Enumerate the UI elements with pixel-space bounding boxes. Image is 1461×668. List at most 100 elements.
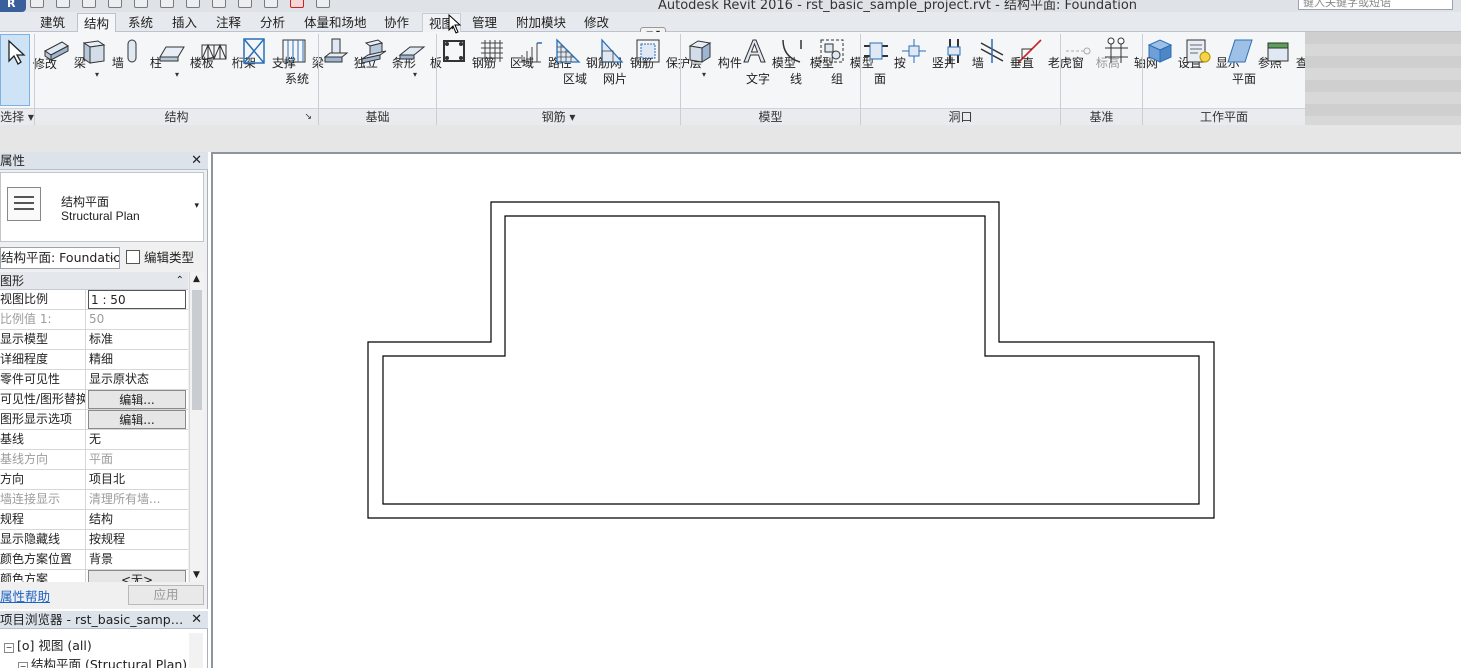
view-scale-input[interactable]: 1 : 50 [88, 290, 186, 309]
panel-select-title[interactable]: 选择 ▾ [0, 108, 34, 125]
info-center-search-input[interactable]: 键入关键字或短语 [1298, 0, 1453, 10]
property-value[interactable]: 标准 [89, 330, 186, 349]
workplane-show-button[interactable]: 显示 [1184, 34, 1240, 71]
path-rebar-button[interactable]: 路径 [516, 34, 572, 71]
fabric-area-button[interactable]: 钢筋网 区域 [554, 34, 622, 87]
close-hidden-icon[interactable] [290, 0, 304, 8]
foundation-outer-outline[interactable] [367, 201, 1215, 519]
scroll-up-icon[interactable]: ▲ [193, 274, 200, 284]
apply-button[interactable]: 应用 [128, 585, 204, 605]
property-value[interactable]: 按规程 [89, 530, 186, 549]
measure-icon[interactable] [160, 0, 174, 8]
wall-button[interactable]: 墙 ▾ [80, 34, 124, 79]
section-icon[interactable] [264, 0, 278, 8]
close-icon[interactable]: ✕ [191, 152, 202, 170]
tab-massing-site[interactable]: 体量和场地 [298, 13, 373, 32]
scroll-down-icon[interactable]: ▼ [193, 570, 200, 580]
rebar-button[interactable]: 钢筋 [440, 34, 496, 71]
model-group-button[interactable]: 模型 组 [818, 34, 874, 87]
area-rebar-button[interactable]: 区域 [478, 34, 534, 71]
component-dropdown-caret[interactable]: ▾ [686, 71, 722, 79]
browser-scrollbar[interactable] [189, 633, 203, 668]
dormer-opening-button[interactable]: 老虎窗 [1016, 34, 1084, 71]
slab-dropdown-caret[interactable]: ▾ [398, 71, 432, 79]
vertical-opening-button[interactable]: 垂直 [978, 34, 1034, 71]
open-icon[interactable] [30, 0, 44, 8]
tab-insert[interactable]: 插入 [166, 13, 203, 32]
dimension-icon[interactable] [186, 0, 200, 8]
property-value[interactable]: 无 [89, 430, 186, 449]
tab-structure[interactable]: 结构 [77, 13, 117, 32]
3d-view-icon[interactable] [238, 0, 252, 8]
tab-architecture[interactable]: 建筑 [34, 13, 71, 32]
strip-foundation-button[interactable]: 条形 [360, 34, 416, 71]
beam-system-button[interactable]: 梁 系统 [280, 34, 324, 87]
collapse-icon[interactable]: ⌃ [176, 272, 184, 290]
slab-foundation-button[interactable]: 板 ▾ [398, 34, 442, 79]
graphic-display-edit-button[interactable]: 编辑... [88, 410, 186, 429]
print-icon[interactable] [134, 0, 148, 8]
switch-windows-icon[interactable] [316, 0, 330, 8]
property-value[interactable]: 精细 [89, 350, 186, 369]
text-icon[interactable] [212, 0, 226, 8]
application-menu-button[interactable]: R [0, 0, 26, 12]
brace-button[interactable]: 支撑 [240, 34, 296, 71]
tab-systems[interactable]: 系统 [122, 13, 159, 32]
instance-filter-select[interactable]: 结构平面: Foundation ⌵ [0, 247, 120, 269]
foundation-plan-drawing[interactable] [213, 154, 1461, 668]
grid-button[interactable]: 轴网 [1102, 34, 1158, 71]
panel-launcher-icon[interactable]: ↘ [304, 109, 312, 126]
floor-dropdown-caret[interactable]: ▾ [158, 71, 196, 79]
panel-rebar-title[interactable]: 钢筋 ▾ [437, 108, 680, 125]
collapse-icon[interactable]: − [18, 662, 28, 668]
tab-add-ins[interactable]: 附加模块 [510, 13, 572, 32]
property-value[interactable]: 显示原状态 [89, 370, 186, 389]
tab-analyze[interactable]: 分析 [254, 13, 291, 32]
tab-manage[interactable]: 管理 [466, 13, 503, 32]
scroll-thumb[interactable] [192, 290, 202, 410]
component-button[interactable]: 构件 ▾ [686, 34, 742, 79]
model-text-button[interactable]: 模型 文字 [740, 34, 796, 87]
property-value[interactable]: 结构 [89, 510, 186, 529]
fabric-sheet-button[interactable]: 钢筋 网片 [598, 34, 654, 87]
rebar-cover-button[interactable]: 保护层 [634, 34, 702, 71]
level-button[interactable]: 标高 [1064, 34, 1120, 71]
tab-modify[interactable]: 修改 [578, 13, 615, 32]
color-scheme-button[interactable]: <无> [88, 570, 186, 582]
model-line-button[interactable]: 模型 线 [778, 34, 834, 87]
type-selector[interactable]: 结构平面 Structural Plan ▾ [0, 172, 204, 242]
tab-annotate[interactable]: 注释 [210, 13, 247, 32]
tree-node-views[interactable]: − [o] 视图 (all) [4, 635, 92, 654]
edit-type-button[interactable]: 编辑类型 [126, 247, 194, 269]
workplane-set-button[interactable]: 设置 [1146, 34, 1202, 71]
column-button[interactable]: 柱 [118, 34, 162, 71]
foundation-inner-outline[interactable] [382, 215, 1200, 505]
isolated-foundation-button[interactable]: 独立 [322, 34, 378, 71]
modify-button[interactable]: 修改 [0, 34, 57, 106]
property-value[interactable]: 项目北 [89, 470, 186, 489]
floor-button[interactable]: 楼板 ▾ [158, 34, 214, 79]
redo-icon[interactable] [108, 0, 122, 8]
properties-help-link[interactable]: 属性帮助 [0, 586, 50, 605]
shaft-opening-button[interactable]: 竖井 [900, 34, 956, 71]
properties-scrollbar[interactable]: ▲ ▼ [189, 272, 204, 582]
drawing-canvas[interactable] [211, 152, 1461, 668]
undo-icon[interactable] [82, 0, 96, 8]
beam-button[interactable]: 梁 [42, 34, 86, 71]
close-icon[interactable]: ✕ [191, 611, 202, 629]
viewer-button[interactable]: 查看器 [1264, 34, 1332, 71]
tab-collaborate[interactable]: 协作 [378, 13, 415, 32]
save-icon[interactable] [56, 0, 70, 8]
reference-plane-button[interactable]: 参照 平面 [1226, 34, 1282, 87]
collapse-icon[interactable]: − [4, 643, 14, 653]
tree-node-structural-plans[interactable]: − 结构平面 (Structural Plan) [18, 654, 187, 668]
vg-overrides-edit-button[interactable]: 编辑... [88, 390, 186, 409]
opening-by-face-button[interactable]: 按 面 [862, 34, 906, 87]
property-group-graphics[interactable]: 图形 ⌃ [0, 272, 188, 290]
wall-opening-button[interactable]: 墙 [940, 34, 984, 71]
wall-dropdown-caret[interactable]: ▾ [80, 71, 114, 79]
property-row: 墙连接显示 清理所有墙... [0, 490, 188, 510]
chevron-down-icon[interactable]: ▾ [194, 201, 199, 211]
truss-button[interactable]: 桁架 [200, 34, 256, 71]
property-value[interactable]: 背景 [89, 550, 186, 569]
